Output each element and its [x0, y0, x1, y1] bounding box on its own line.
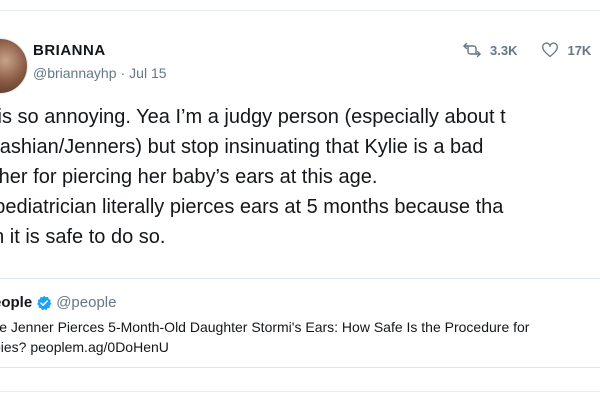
tweet-text-line: rdashian/Jenners) but stop insinuating t…	[0, 136, 484, 158]
tweet-text-line: other for piercing her baby’s ears at th…	[0, 166, 378, 188]
tweet-text-line: en it is safe to do so.	[0, 226, 166, 248]
tweet-actions: 3.3K 17K	[462, 42, 600, 58]
verified-badge-icon	[37, 295, 52, 311]
quoted-tweet-header: eople @people	[0, 293, 116, 313]
retweet-count: 3.3K	[490, 42, 518, 58]
quoted-tweet-body: lie Jenner Pierces 5-Month-Old Daughter …	[0, 317, 529, 357]
author-display-name[interactable]: BRIANNA	[33, 42, 167, 60]
tweet-author: BRIANNA @briannayhp · Jul 15	[33, 42, 167, 84]
like-count: 17K	[567, 42, 592, 58]
quoted-author-name: eople	[0, 294, 33, 311]
retweet-icon	[463, 42, 481, 58]
tweet-text: s is so annoying. Yea I’m a judgy person…	[0, 102, 600, 252]
quoted-text-line: bies? peoplem.ag/0DoHenU	[0, 339, 169, 355]
tweet-screenshot: BRIANNA @briannayhp · Jul 15 3.3K 17K s is…	[0, 0, 600, 400]
quoted-author-handle: @people	[56, 294, 117, 311]
heart-icon	[542, 42, 559, 58]
tweet-text-line: r pediatrician literally pierces ears at…	[0, 196, 504, 218]
meta-separator: ·	[120, 65, 126, 81]
tweet-date[interactable]: Jul 15	[129, 65, 166, 81]
like-button[interactable]: 17K	[541, 42, 591, 58]
tweet-text-line: s is so annoying. Yea I’m a judgy person…	[0, 106, 506, 128]
quoted-tweet[interactable]: eople @people lie Jenner Pierces 5-Month…	[0, 278, 600, 368]
author-meta: @briannayhp · Jul 15	[33, 62, 167, 84]
retweet-button[interactable]: 3.3K	[462, 42, 517, 58]
author-handle[interactable]: @briannayhp	[33, 65, 117, 81]
quoted-text-line: lie Jenner Pierces 5-Month-Old Daughter …	[0, 319, 530, 335]
